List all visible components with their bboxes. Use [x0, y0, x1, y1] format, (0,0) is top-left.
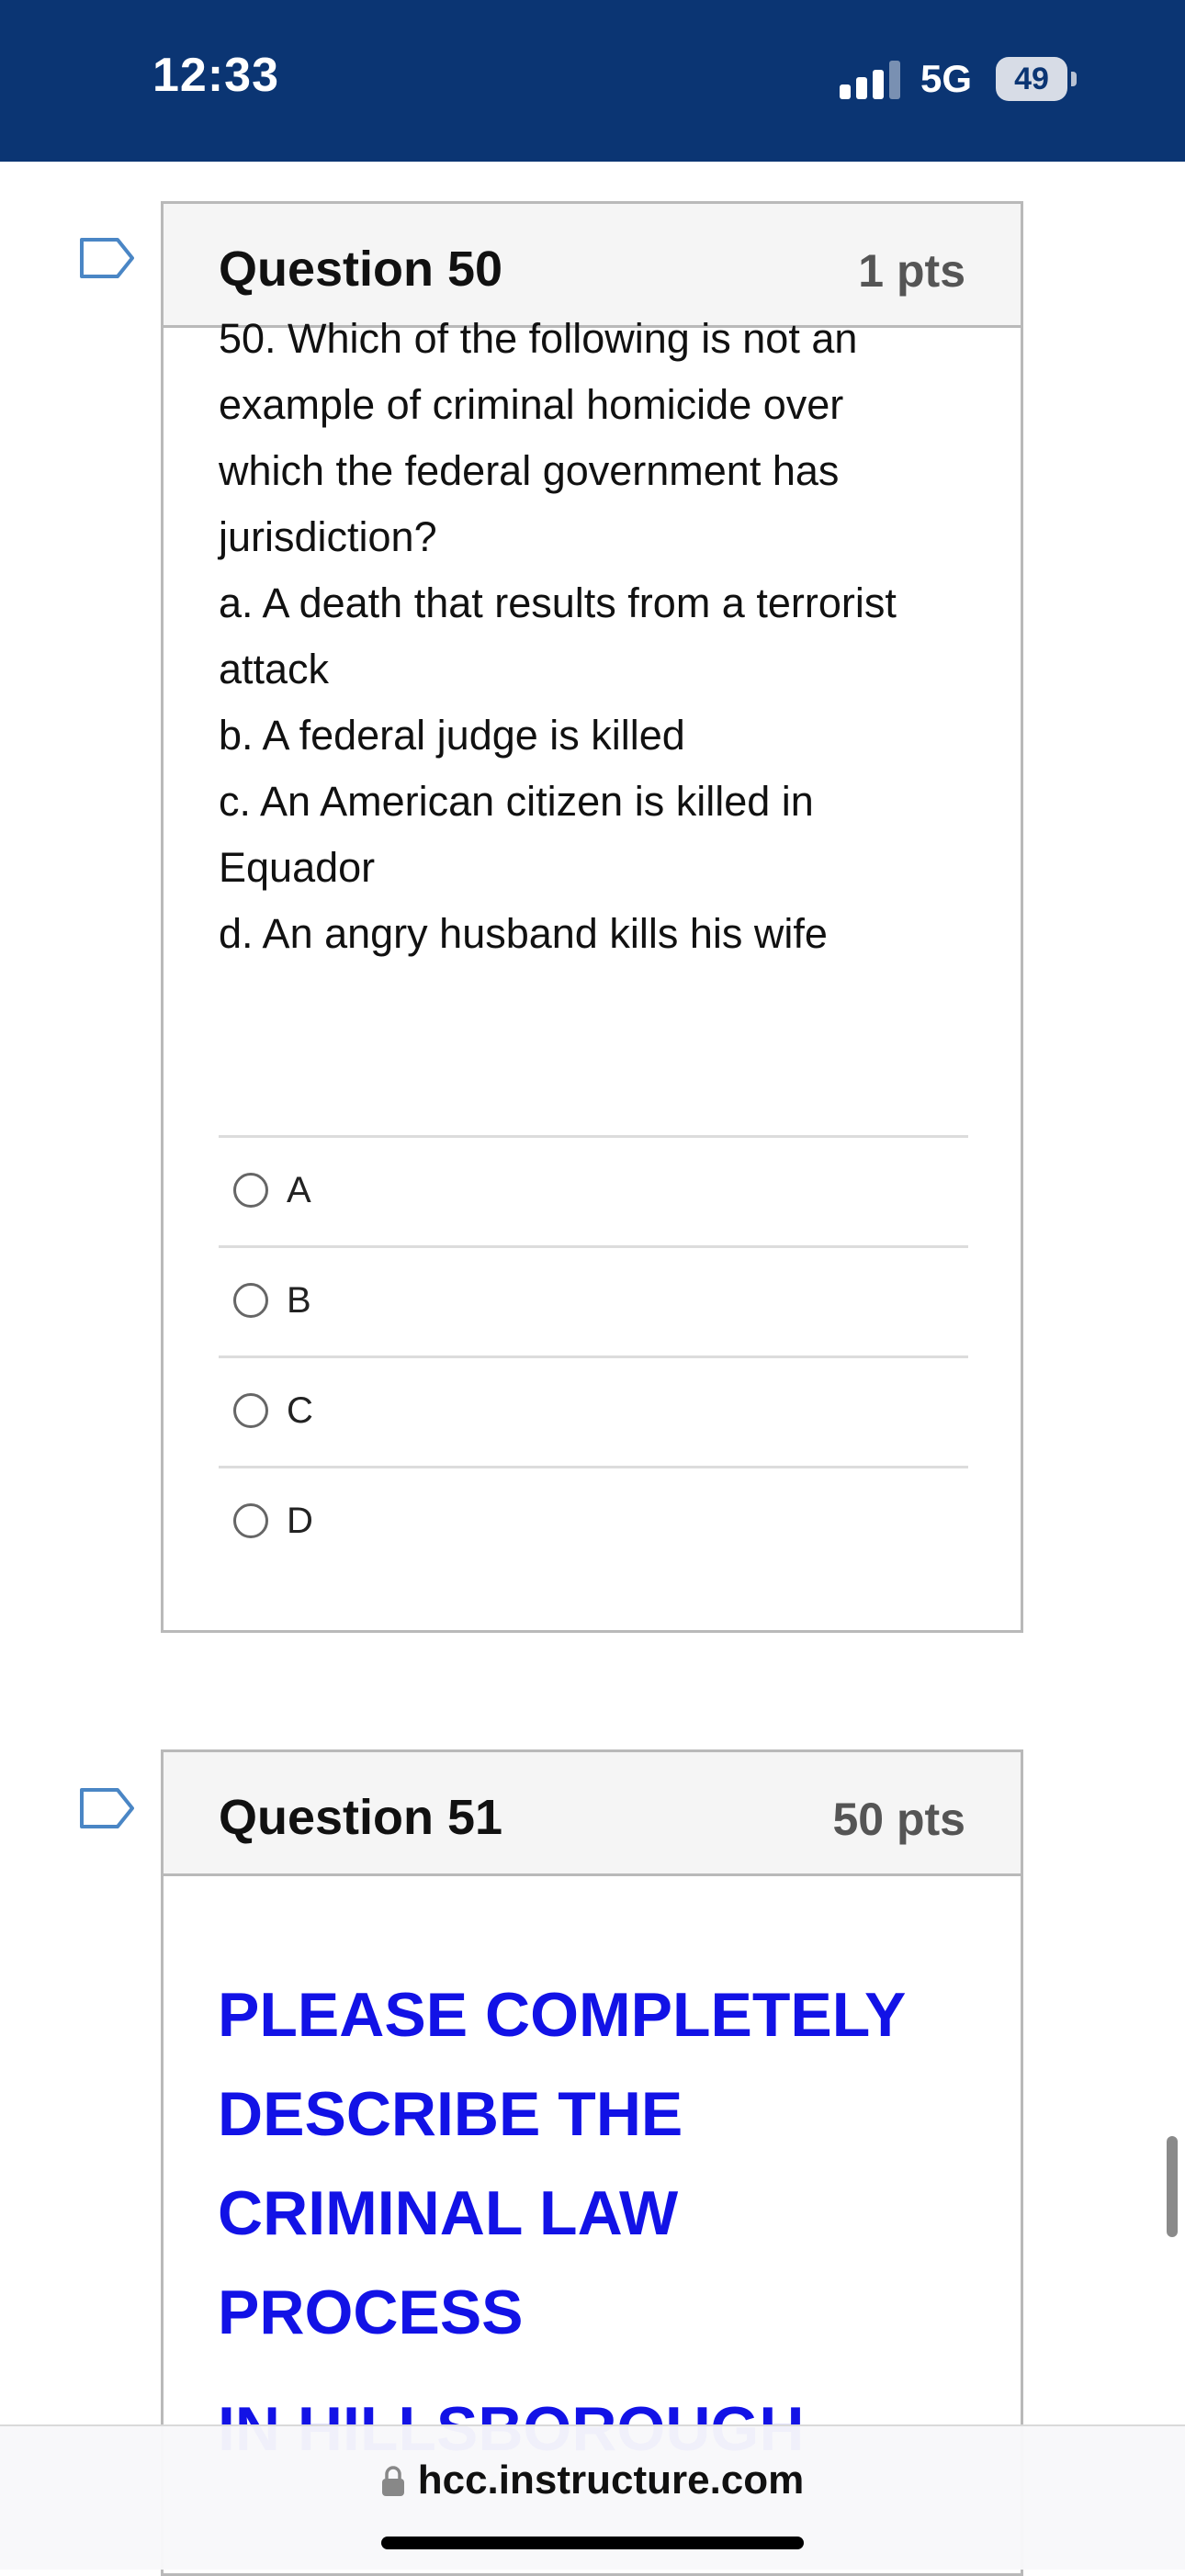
- question-50-card: Question 50 1 pts 50. Which of the follo…: [161, 201, 1023, 1633]
- answer-options: A B C D: [219, 1135, 968, 1576]
- status-time: 12:33: [152, 49, 279, 102]
- answer-option-b[interactable]: B: [219, 1245, 968, 1355]
- flag-question-51-icon[interactable]: [79, 1787, 136, 1829]
- status-bar: 12:33 5G 49: [0, 0, 1185, 162]
- question-text-line: 50. Which of the following is not an: [219, 315, 858, 362]
- signal-icon: [840, 59, 900, 99]
- question-text-line: b. A federal judge is killed: [219, 712, 685, 759]
- answer-label-a: A: [287, 1170, 311, 1210]
- question-text-line: Equador: [219, 844, 376, 891]
- question-text-line: jurisdiction?: [219, 513, 437, 560]
- prompt-line: DESCRIBE THE: [218, 2079, 683, 2149]
- question-50-text: 50. Which of the following is not an exa…: [219, 306, 972, 967]
- answer-option-a[interactable]: A: [219, 1135, 968, 1245]
- question-text-line: example of criminal homicide over: [219, 381, 844, 428]
- radio-button-d[interactable]: [233, 1503, 268, 1538]
- prompt-line: PROCESS: [218, 2278, 524, 2347]
- flag-question-50-icon[interactable]: [79, 237, 136, 279]
- prompt-line: PLEASE COMPLETELY: [218, 1980, 907, 2050]
- answer-option-d[interactable]: D: [219, 1466, 968, 1576]
- answer-label-c: C: [287, 1390, 313, 1431]
- question-text-line: c. An American citizen is killed in: [219, 778, 814, 825]
- question-text-line: attack: [219, 646, 330, 692]
- scrollbar[interactable]: [1167, 2136, 1178, 2237]
- battery-nub: [1071, 72, 1077, 86]
- prompt-line: CRIMINAL LAW: [218, 2178, 679, 2248]
- question-points: 1 pts: [858, 245, 965, 297]
- question-text-line: d. An angry husband kills his wife: [219, 910, 828, 957]
- address-bar[interactable]: hcc.instructure.com: [0, 2458, 1185, 2503]
- question-text-line: a. A death that results from a terrorist: [219, 579, 897, 626]
- question-51-prompt: PLEASE COMPLETELY DESCRIBE THE CRIMINAL …: [218, 1965, 980, 2362]
- answer-label-b: B: [287, 1280, 311, 1321]
- question-text-line: which the federal government has: [219, 447, 840, 494]
- answer-option-c[interactable]: C: [219, 1355, 968, 1466]
- network-label: 5G: [920, 57, 973, 100]
- question-points: 50 pts: [832, 1794, 965, 1845]
- question-51-header: Question 51 50 pts: [164, 1752, 1021, 1876]
- radio-button-b[interactable]: [233, 1283, 268, 1318]
- browser-bottom-bar: hcc.instructure.com: [0, 2424, 1185, 2570]
- lock-icon: [381, 2466, 404, 2496]
- question-title: Question 51: [219, 1790, 503, 1845]
- radio-button-c[interactable]: [233, 1393, 268, 1428]
- question-title: Question 50: [219, 242, 503, 297]
- battery-icon: 49: [996, 57, 1067, 101]
- radio-button-a[interactable]: [233, 1173, 268, 1208]
- url-text: hcc.instructure.com: [417, 2458, 805, 2503]
- answer-label-d: D: [287, 1501, 313, 1541]
- home-indicator[interactable]: [381, 2537, 804, 2549]
